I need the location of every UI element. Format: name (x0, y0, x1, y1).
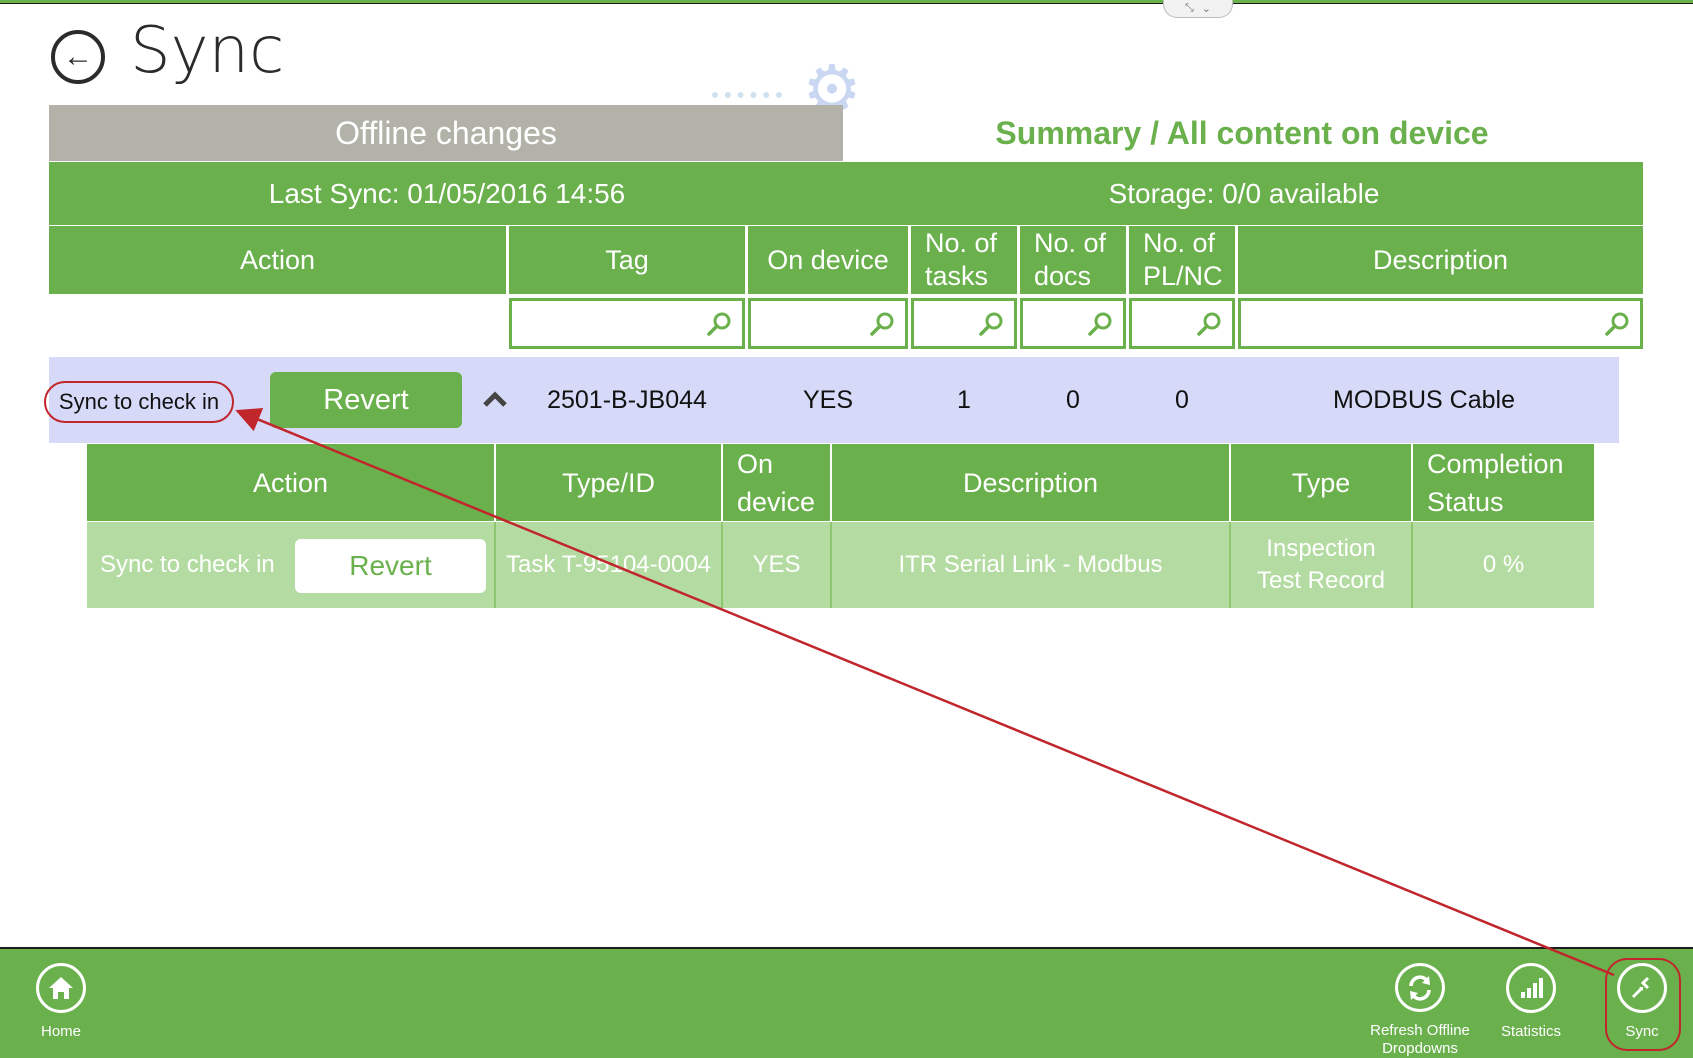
sync-status-bar: Last Sync: 01/05/2016 14:56 Storage: 0/0… (49, 162, 1643, 225)
type-id-cell[interactable]: Task T-95104-0004 (496, 522, 723, 608)
sub-header-type-id: Type/ID (496, 444, 723, 521)
on-device-cell: YES (802, 385, 854, 414)
header-action: Action (49, 226, 506, 294)
last-sync-text: Last Sync: 01/05/2016 14:56 (268, 177, 626, 209)
page-title: Sync (130, 14, 285, 88)
header-line: Status (1427, 486, 1504, 517)
header-line: No. of (925, 228, 998, 258)
header-no-of-docs: No. of docs (1020, 226, 1126, 294)
magnifier-icon (979, 312, 1003, 336)
sub-type-cell: Inspection Test Record (1231, 522, 1413, 608)
home-button[interactable]: Home (6, 963, 116, 1058)
header-description: Description (1238, 226, 1643, 294)
header-line: Completion (1427, 448, 1564, 479)
statistics-button[interactable]: Statistics (1476, 963, 1586, 1058)
chevron-up-icon (483, 391, 507, 407)
magnifier-icon (1605, 312, 1629, 336)
tab-summary[interactable]: Summary / All content on device (843, 105, 1641, 161)
header-line: PL/NC (1143, 261, 1223, 291)
header-on-device: On device (748, 226, 908, 294)
magnifier-icon (1197, 312, 1221, 336)
header-no-of-plnc: No. of PL/NC (1129, 226, 1235, 294)
description-filter-input[interactable] (1238, 298, 1643, 349)
storage-text: Storage: 0/0 available (1108, 177, 1380, 209)
back-button[interactable]: ← (51, 30, 105, 84)
sub-action-label: Sync to check in (100, 551, 275, 578)
sync-annotation-highlight (1605, 958, 1681, 1051)
tab-offline-changes[interactable]: Offline changes (49, 105, 843, 161)
magnifier-icon (707, 312, 731, 336)
action-status-label: Sync to check in (44, 381, 234, 423)
header-line: docs (1034, 261, 1092, 291)
sub-header-on-device: On device (723, 444, 832, 521)
description-cell: MODBUS Cable (1333, 385, 1515, 414)
sub-revert-button[interactable]: Revert (295, 539, 486, 593)
statistics-icon (1506, 963, 1556, 1013)
sub-on-device-cell: YES (723, 522, 832, 608)
header-line: No. of (1143, 228, 1216, 258)
header-line: No. of (1034, 228, 1107, 258)
revert-button[interactable]: Revert (270, 372, 462, 428)
type-line: Test Record (1256, 567, 1386, 594)
docs-cell: 0 (1066, 385, 1080, 414)
sub-description-cell: ITR Serial Link - Modbus (832, 522, 1231, 608)
refresh-label: Refresh Offline Dropdowns (1370, 1022, 1470, 1058)
sub-header-type: Type (1231, 444, 1413, 521)
sub-header-completion-status: Completion Status (1413, 444, 1594, 521)
header-line: On (737, 448, 774, 479)
header-no-of-tasks: No. of tasks (911, 226, 1017, 294)
plnc-filter-input[interactable] (1129, 298, 1235, 349)
back-arrow-icon: ← (63, 40, 93, 73)
refresh-label-line: Refresh Offline (1370, 1022, 1470, 1039)
completion-cell: 0 % (1413, 522, 1594, 608)
tag-cell: 2501-B-JB044 (547, 385, 707, 414)
home-icon (36, 963, 86, 1013)
refresh-icon (1395, 963, 1445, 1012)
chevron-down-icon: ⌄ (1201, 3, 1212, 15)
tasks-filter-input[interactable] (911, 298, 1017, 349)
refresh-dropdowns-button[interactable]: Refresh Offline Dropdowns (1365, 963, 1475, 1058)
magnifier-icon (1088, 312, 1112, 336)
sub-header-action: Action (87, 444, 496, 521)
restore-icon: ⤡ (1184, 2, 1194, 14)
type-line: Inspection (1266, 535, 1376, 562)
home-label: Home (40, 1023, 81, 1040)
window-top-border (0, 0, 1693, 4)
header-tag: Tag (509, 226, 745, 294)
collapse-toggle[interactable] (480, 384, 510, 414)
header-line: device (737, 486, 816, 517)
magnifier-icon (870, 312, 894, 336)
tasks-cell: 1 (957, 385, 971, 414)
loading-dots (712, 92, 782, 102)
statistics-label: Statistics (1500, 1023, 1561, 1040)
refresh-label-line: Dropdowns (1382, 1040, 1458, 1057)
sub-header-description: Description (832, 444, 1231, 521)
window-grip[interactable]: ⤡ ⌄ (1163, 0, 1233, 18)
on-device-filter-input[interactable] (748, 298, 908, 349)
tag-filter-input[interactable] (509, 298, 745, 349)
docs-filter-input[interactable] (1020, 298, 1126, 349)
plnc-cell: 0 (1175, 385, 1189, 414)
header-line: tasks (925, 261, 989, 291)
